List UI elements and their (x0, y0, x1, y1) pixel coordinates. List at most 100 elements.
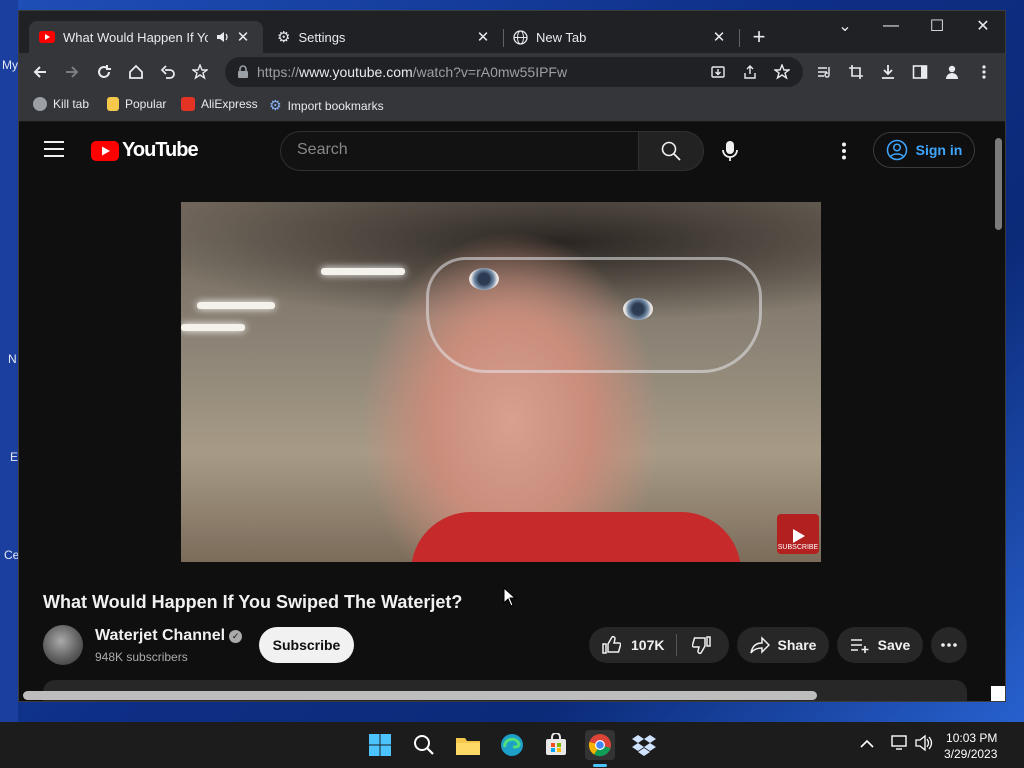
desktop-label: N (8, 352, 17, 366)
star-icon[interactable] (769, 59, 795, 85)
globe-icon (513, 29, 528, 45)
undo-icon[interactable] (155, 59, 181, 85)
bookmarks-bar: Kill tab Popular AliExpress ⚙ Import boo… (19, 91, 1005, 122)
close-tab-icon[interactable]: ✕ (473, 27, 493, 47)
new-tab-button[interactable]: + (747, 24, 771, 49)
browser-toolbar: https://www.youtube.com/watch?v=rA0mw55I… (19, 53, 1005, 91)
forward-arrow-icon[interactable] (59, 59, 85, 85)
dislike-button[interactable] (677, 635, 727, 655)
play-icon (793, 529, 805, 543)
channel-avatar[interactable] (43, 625, 83, 665)
sign-in-label: Sign in (915, 142, 963, 158)
volume-icon[interactable] (914, 734, 934, 757)
maximize-button[interactable]: ☐ (914, 11, 960, 41)
clock-time: 10:03 PM (946, 731, 998, 745)
share-page-icon[interactable] (737, 59, 763, 85)
channel-name-text: Waterjet Channel (95, 627, 226, 644)
video-subject-eye (623, 298, 653, 320)
vertical-scrollbar[interactable] (995, 138, 1002, 230)
video-subject-shirt (411, 512, 741, 562)
subscribe-watermark[interactable]: SUBSCRIBE (777, 514, 819, 554)
video-player[interactable]: SUBSCRIBE (181, 202, 821, 562)
tab-youtube-video[interactable]: What Would Happen If You Swiped The Wate… (29, 21, 263, 53)
bookmark-import[interactable]: ⚙ Import bookmarks (269, 97, 384, 114)
lock-icon (238, 65, 248, 78)
install-app-icon[interactable] (705, 59, 731, 85)
back-arrow-icon[interactable] (27, 59, 53, 85)
gear-icon: ⚙ (277, 29, 291, 46)
side-panel-icon[interactable] (907, 59, 933, 85)
youtube-logo-text: YouTube (122, 139, 199, 161)
desktop-label: My (2, 58, 18, 72)
desktop-label: E (10, 450, 19, 464)
settings-menu-icon[interactable] (839, 142, 849, 165)
windows-start-icon[interactable] (365, 730, 395, 760)
gear-icon: ⚙ (269, 97, 282, 113)
verified-check-icon: ✓ (229, 630, 243, 643)
horizontal-scrollbar[interactable] (23, 691, 817, 700)
search-placeholder: Search (297, 141, 348, 158)
bookmark-aliexpress[interactable]: AliExpress (181, 97, 258, 111)
search-button[interactable] (638, 131, 704, 171)
voice-search-button[interactable] (711, 132, 749, 170)
folder-icon (107, 97, 119, 111)
save-button[interactable]: Save (837, 627, 923, 663)
tab-strip: What Would Happen If You Swiped The Wate… (19, 11, 1005, 53)
bookmark-star-icon[interactable] (187, 59, 213, 85)
download-icon[interactable] (875, 59, 901, 85)
share-arrow-icon (749, 636, 770, 654)
bookmark-label: Import bookmarks (287, 98, 384, 113)
close-window-button[interactable]: ✕ (960, 11, 1005, 41)
address-bar[interactable]: https://www.youtube.com/watch?v=rA0mw55I… (225, 57, 803, 87)
close-tab-icon[interactable]: ✕ (233, 27, 253, 47)
home-icon[interactable] (123, 59, 149, 85)
youtube-header: YouTube Search Sign in (19, 122, 989, 178)
system-clock[interactable]: 10:03 PM 3/29/2023 (944, 730, 997, 762)
more-actions-button[interactable] (931, 627, 967, 663)
youtube-logo[interactable]: YouTube (91, 139, 199, 162)
tab-separator (739, 29, 740, 47)
hamburger-menu-icon[interactable] (43, 140, 65, 163)
bookmark-label: Kill tab (53, 97, 90, 111)
media-control-icon[interactable] (811, 59, 837, 85)
minimize-button[interactable]: — (868, 11, 914, 41)
search-input[interactable]: Search (280, 131, 639, 171)
edge-icon[interactable] (497, 730, 527, 760)
file-explorer-icon[interactable] (453, 730, 483, 760)
bookmark-label: Popular (125, 97, 167, 111)
playlist-add-icon (850, 639, 869, 653)
channel-name[interactable]: Waterjet Channel ✓ (95, 627, 243, 645)
bookmark-label: AliExpress (201, 97, 258, 111)
search-icon[interactable] (409, 730, 439, 760)
video-subject-eye (469, 268, 499, 290)
reload-icon[interactable] (91, 59, 117, 85)
more-horizontal-icon (941, 643, 957, 647)
more-menu-icon[interactable] (971, 59, 997, 85)
tab-settings[interactable]: ⚙ Settings ✕ (269, 21, 503, 53)
profile-icon[interactable] (939, 59, 965, 85)
globe-icon (33, 97, 47, 111)
close-tab-icon[interactable]: ✕ (709, 27, 729, 47)
tab-separator (503, 29, 504, 47)
chrome-icon[interactable] (585, 730, 615, 767)
dropbox-icon[interactable] (629, 730, 659, 760)
microphone-icon (722, 141, 738, 161)
save-label: Save (877, 637, 911, 653)
speaker-icon[interactable] (216, 30, 230, 44)
tab-search-icon[interactable]: ⌄ (822, 11, 868, 41)
sign-in-button[interactable]: Sign in (873, 132, 975, 168)
tab-new-tab[interactable]: New Tab ✕ (505, 21, 739, 53)
crop-icon[interactable] (843, 59, 869, 85)
url-text: https://www.youtube.com/watch?v=rA0mw55I… (257, 64, 568, 80)
store-icon[interactable] (541, 730, 571, 760)
chevron-up-icon[interactable] (860, 736, 874, 754)
share-button[interactable]: Share (737, 627, 829, 663)
network-icon[interactable] (890, 734, 910, 757)
like-button[interactable]: 107K (589, 635, 676, 655)
bookmark-popular[interactable]: Popular (107, 97, 166, 111)
bookmark-kill-tab[interactable]: Kill tab (33, 97, 89, 111)
ceiling-light (181, 324, 245, 331)
subscribe-button[interactable]: Subscribe (259, 627, 354, 663)
thumbs-up-icon (602, 635, 621, 654)
subscriber-count: 948K subscribers (95, 650, 188, 664)
